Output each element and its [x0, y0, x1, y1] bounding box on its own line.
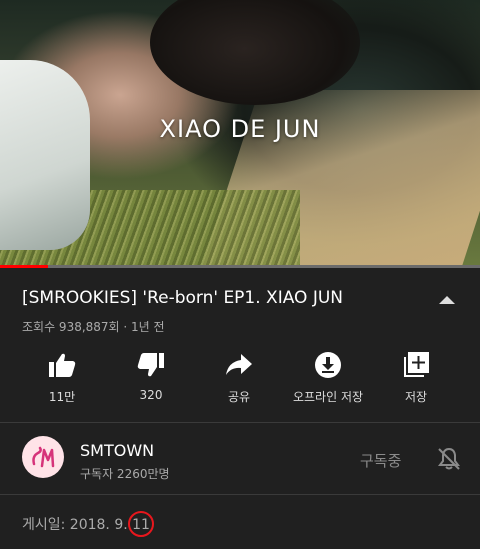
- thumbs-up-icon: [47, 350, 77, 380]
- annotation-circle: [128, 511, 154, 537]
- video-player[interactable]: XIAO DE JUN: [0, 0, 480, 268]
- chevron-up-icon[interactable]: [436, 292, 458, 308]
- like-button[interactable]: 11만: [42, 350, 82, 410]
- divider-bottom: [0, 494, 480, 495]
- bell-off-icon[interactable]: [436, 446, 462, 472]
- share-label: 공유: [227, 390, 251, 404]
- share-icon: [224, 350, 254, 380]
- channel-avatar[interactable]: [22, 436, 64, 478]
- dislike-button[interactable]: 320: [131, 350, 171, 410]
- thumbs-down-icon: [136, 350, 166, 380]
- video-title[interactable]: [SMROOKIES] 'Re-born' EP1. XIAO JUN: [22, 288, 432, 308]
- add-to-playlist-icon: [401, 350, 431, 380]
- smtown-logo-icon: [32, 446, 55, 468]
- action-bar: 11만 320 공유 오프라인 저장 저장: [0, 350, 480, 410]
- subscriber-count: 구독자 2260만명: [80, 467, 170, 481]
- dislike-count: 320: [139, 388, 163, 402]
- channel-name[interactable]: SMTOWN: [80, 441, 154, 460]
- download-icon: [313, 350, 343, 380]
- video-overlay-title: XIAO DE JUN: [159, 115, 321, 143]
- save-to-playlist-button[interactable]: 저장: [396, 350, 436, 410]
- video-frame-shirt: [0, 60, 90, 250]
- save-label: 저장: [404, 390, 428, 404]
- share-button[interactable]: 공유: [219, 350, 259, 410]
- video-progress-fill: [0, 265, 48, 268]
- like-count: 11만: [48, 390, 76, 404]
- video-meta: 조회수 938,887회 · 1년 전: [22, 320, 165, 334]
- subscribed-button[interactable]: 구독중: [360, 450, 401, 471]
- channel-row: SMTOWN 구독자 2260만명 구독중: [0, 422, 480, 494]
- video-progress-bar[interactable]: [0, 265, 480, 268]
- offline-save-label: 오프라인 저장: [292, 390, 364, 404]
- offline-save-button[interactable]: 오프라인 저장: [288, 350, 368, 410]
